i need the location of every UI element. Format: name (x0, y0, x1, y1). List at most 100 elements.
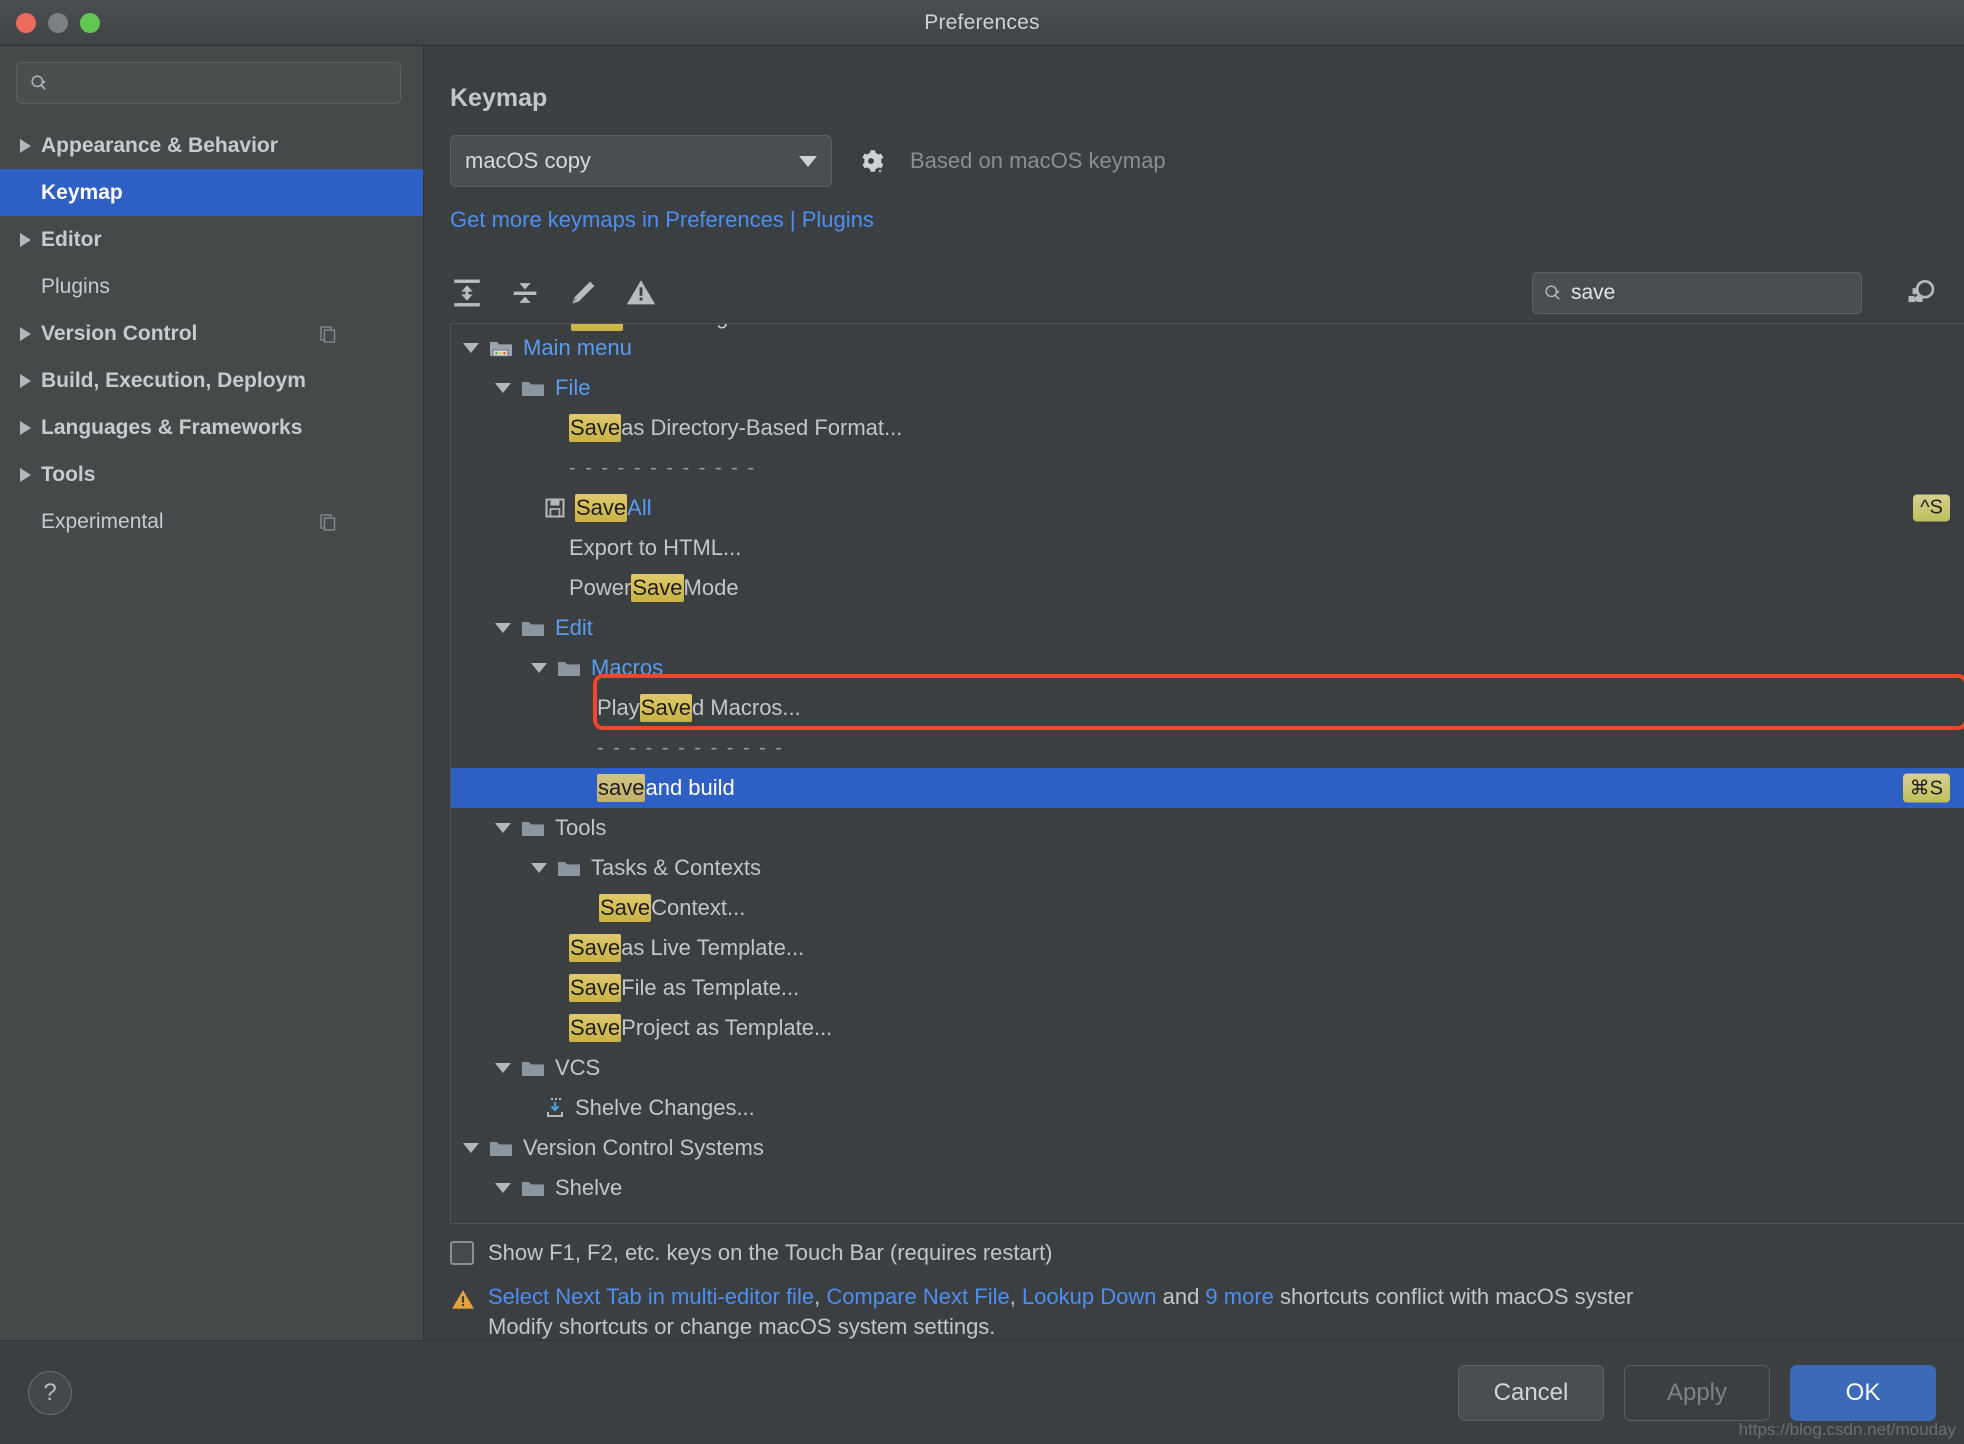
table-row[interactable]: Shelve Changes... (451, 1088, 1964, 1128)
conflict-link-more[interactable]: 9 more (1205, 1284, 1273, 1309)
sidebar-item-label: Keymap (41, 180, 123, 204)
keymap-tree[interactable]: Save to Kill Ring Main menu (450, 323, 1964, 1224)
row-label: Shelve Changes... (575, 1095, 755, 1120)
table-row[interactable]: Save Project as Template... (451, 1008, 1964, 1048)
row-label: Project as Template... (621, 1015, 833, 1040)
table-row[interactable]: Edit (451, 608, 1964, 648)
chevron-down-icon[interactable] (495, 383, 511, 393)
keymap-search-input[interactable] (1571, 281, 1842, 305)
sidebar-item-languages-frameworks[interactable]: Languages & Frameworks (0, 404, 423, 451)
row-label-tail: d Macros... (691, 695, 801, 720)
sidebar-item-label: Build, Execution, Deploym (41, 368, 306, 392)
conflict-sep-1: , (814, 1284, 827, 1309)
sidebar-search-input[interactable] (55, 73, 388, 93)
folder-icon (522, 381, 544, 396)
based-on-label: Based on macOS keymap (910, 148, 1166, 173)
row-label: as Live Template... (621, 935, 805, 960)
find-actions-by-shortcut-icon[interactable] (1904, 275, 1940, 311)
table-row[interactable]: Save File as Template... (451, 968, 1964, 1008)
sidebar-item-appearance-behavior[interactable]: Appearance & Behavior (0, 122, 423, 169)
settings-sidebar: Appearance & Behavior Keymap Editor Plug… (0, 46, 424, 1340)
ok-button[interactable]: OK (1790, 1364, 1936, 1421)
keymap-panel: Keymap macOS copy Based on macOS keymap … (424, 46, 1964, 1340)
table-row-separator: - - - - - - - - - - - - (451, 448, 1964, 488)
row-label: VCS (555, 1055, 601, 1080)
row-label: Macros (591, 655, 664, 680)
gear-icon[interactable] (854, 144, 888, 178)
help-button[interactable]: ? (28, 1370, 72, 1415)
sidebar-item-version-control[interactable]: Version Control (0, 310, 423, 357)
get-more-keymaps-line: Get more keymaps in Preferences | Plugin… (450, 187, 1964, 233)
conflict-warning-line-2: Modify shortcuts or change macOS system … (488, 1314, 996, 1339)
chevron-down-icon[interactable] (531, 663, 547, 673)
row-label: Context... (651, 895, 746, 920)
conflict-link-2[interactable]: Compare Next File (826, 1284, 1009, 1309)
row-label: and build (645, 775, 735, 800)
table-row[interactable]: Main menu (451, 328, 1964, 368)
expand-all-icon[interactable] (450, 276, 484, 310)
clear-search-icon[interactable] (1850, 282, 1851, 304)
table-row[interactable]: File (451, 368, 1964, 408)
table-row[interactable]: Version Control Systems (451, 1128, 1964, 1168)
sidebar-item-editor[interactable]: Editor (0, 216, 423, 263)
cancel-button[interactable]: Cancel (1458, 1364, 1604, 1421)
sidebar-item-label: Editor (41, 227, 102, 251)
warning-triangle-icon (452, 1290, 474, 1309)
table-row[interactable]: Save as Directory-Based Format... (451, 408, 1964, 448)
keymap-select[interactable]: macOS copy (450, 135, 832, 187)
chevron-right-icon (20, 373, 31, 388)
floppy-save-icon (545, 498, 565, 518)
table-row[interactable]: Save All ^S (451, 488, 1964, 528)
chevron-down-icon[interactable] (495, 623, 511, 633)
sidebar-item-experimental[interactable]: Experimental (0, 498, 423, 545)
edit-pencil-icon[interactable] (566, 276, 600, 310)
table-row[interactable]: Shelve (451, 1168, 1964, 1208)
row-highlight-match: Save (631, 574, 684, 602)
touchbar-checkbox-row[interactable]: Show F1, F2, etc. keys on the Touch Bar … (450, 1240, 1964, 1266)
table-row[interactable]: Play Save d Macros... (451, 688, 1964, 728)
table-row[interactable]: Save as Live Template... (451, 928, 1964, 968)
warning-triangle-icon[interactable] (624, 276, 658, 310)
chevron-down-icon[interactable] (463, 343, 479, 353)
keymap-search-box[interactable] (1532, 272, 1862, 314)
table-row[interactable]: Save Context... (451, 888, 1964, 928)
chevron-down-icon[interactable] (495, 1183, 511, 1193)
keymap-selector-row: macOS copy Based on macOS keymap (450, 135, 1964, 187)
table-row-selected[interactable]: save and build ⌘S (451, 768, 1964, 808)
shortcut-badge: ⌘S (1902, 773, 1950, 803)
table-row[interactable]: Export to HTML... (451, 528, 1964, 568)
conflict-link-3[interactable]: Lookup Down (1022, 1284, 1157, 1309)
sidebar-nav: Appearance & Behavior Keymap Editor Plug… (0, 122, 423, 545)
row-label: as Directory-Based Format... (621, 415, 903, 440)
table-row[interactable]: Macros (451, 648, 1964, 688)
row-highlight-match: Save (569, 934, 622, 962)
sidebar-item-tools[interactable]: Tools (0, 451, 423, 498)
sidebar-item-plugins[interactable]: Plugins (0, 263, 423, 310)
folder-icon (558, 861, 580, 876)
window-body: Appearance & Behavior Keymap Editor Plug… (0, 46, 1964, 1340)
table-row[interactable]: Tools (451, 808, 1964, 848)
sidebar-item-keymap[interactable]: Keymap (0, 169, 423, 216)
sidebar-search-box[interactable] (16, 62, 401, 104)
row-label: Export to HTML... (569, 535, 742, 560)
table-row[interactable]: VCS (451, 1048, 1964, 1088)
chevron-down-icon[interactable] (463, 1143, 479, 1153)
chevron-down-icon[interactable] (495, 1063, 511, 1073)
touchbar-checkbox-label: Show F1, F2, etc. keys on the Touch Bar … (488, 1240, 1053, 1265)
collapse-all-icon[interactable] (508, 276, 542, 310)
chevron-down-icon[interactable] (531, 863, 547, 873)
conflict-link-1[interactable]: Select Next Tab in multi-editor file (488, 1284, 814, 1309)
row-highlight-match: Save (599, 894, 652, 922)
conflict-warning-text: Select Next Tab in multi-editor file, Co… (488, 1284, 1633, 1340)
get-more-keymaps-link[interactable]: Get more keymaps in Preferences | Plugin… (450, 207, 874, 232)
folder-icon (490, 1141, 512, 1156)
chevron-down-icon[interactable] (495, 823, 511, 833)
table-row-separator: - - - - - - - - - - - - (451, 728, 1964, 768)
table-row[interactable]: Tasks & Contexts (451, 848, 1964, 888)
touchbar-checkbox[interactable] (450, 1241, 474, 1265)
sidebar-item-build-execution-deployment[interactable]: Build, Execution, Deploym (0, 357, 423, 404)
apply-button[interactable]: Apply (1624, 1364, 1770, 1421)
window-title: Preferences (924, 10, 1040, 34)
table-row[interactable]: Power Save Mode (451, 568, 1964, 608)
row-highlight-match: Save (569, 1014, 622, 1042)
